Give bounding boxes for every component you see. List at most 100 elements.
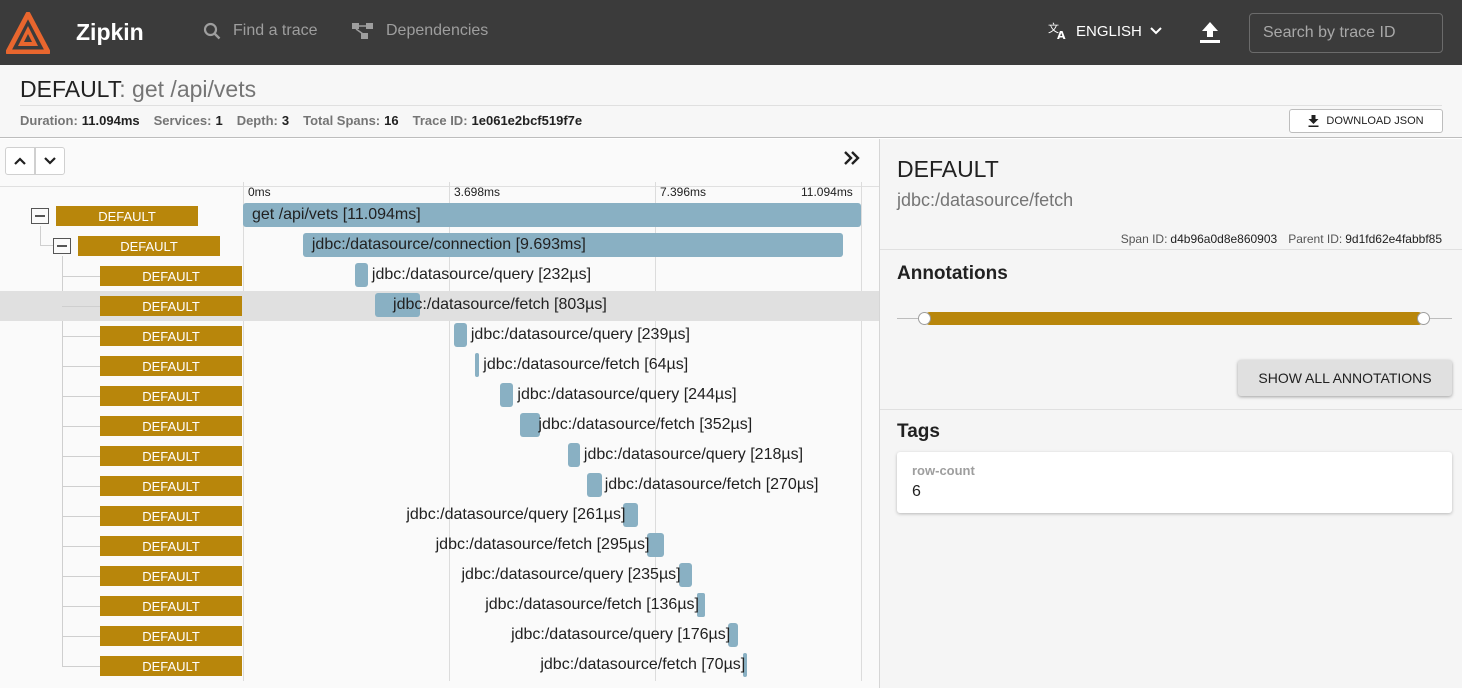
span-duration-bar[interactable] [354,263,368,287]
parent-id-value: 9d1fd62e4fabbf85 [1345,232,1442,246]
duration-label: Duration: [20,113,78,128]
span-name-label[interactable]: jdbc:/datasource/connection [9.693ms] [312,236,586,254]
tree-guide-line [62,516,100,517]
tree-guide-line [62,666,100,667]
span-collapse-toggle[interactable] [53,238,71,254]
span-name-label[interactable]: get /api/vets [11.094ms] [252,206,421,224]
nav-dependencies[interactable]: Dependencies [352,22,488,40]
span-name-label[interactable]: jdbc:/datasource/query [244µs] [517,386,736,404]
tree-guide-line [62,546,100,547]
span-name-label[interactable]: jdbc:/datasource/query [235µs] [461,566,680,584]
span-service-badge[interactable]: DEFAULT [100,566,242,586]
annotation-start-marker[interactable] [918,312,931,325]
annotation-span-bar [924,312,1424,325]
header-divider [20,105,1442,106]
span-service-badge[interactable]: DEFAULT [100,626,242,646]
span-name-label[interactable]: jdbc:/datasource/query [176µs] [511,626,730,644]
expand-all-button[interactable] [35,147,65,175]
chevron-down-icon [1150,27,1162,35]
span-name-label[interactable]: jdbc:/datasource/fetch [136µs] [485,596,699,614]
timeline-gridline [243,182,244,681]
download-json-button[interactable]: DOWNLOAD JSON [1289,109,1443,133]
trace-header: DEFAULT: get /api/vets Duration: 11.094m… [0,65,1462,138]
tree-guide-line [62,306,100,307]
depth-value: 3 [281,113,290,128]
span-service-badge[interactable]: DEFAULT [100,296,242,316]
show-all-annotations-button[interactable]: SHOW ALL ANNOTATIONS [1238,360,1452,396]
span-name-label[interactable]: jdbc:/datasource/fetch [64µs] [483,356,688,374]
span-service-badge[interactable]: DEFAULT [100,446,242,466]
detail-service-name: DEFAULT [897,156,999,182]
span-duration-bar[interactable] [453,323,467,347]
nav-find-trace[interactable]: Find a trace [203,22,317,40]
detail-divider [880,249,1462,250]
span-service-badge[interactable]: DEFAULT [100,266,242,286]
span-duration-bar[interactable] [499,383,514,407]
span-service-badge[interactable]: DEFAULT [100,356,242,376]
span-service-badge[interactable]: DEFAULT [100,536,242,556]
chevron-up-icon [14,157,26,165]
span-name-label[interactable]: jdbc:/datasource/query [239µs] [471,326,690,344]
language-selector[interactable]: 文 A ENGLISH [1048,22,1162,40]
span-duration-bar[interactable] [475,353,480,377]
annotation-end-marker[interactable] [1417,312,1430,325]
tree-guide-line [40,226,41,246]
tree-guide-line [62,636,100,637]
tags-heading: Tags [897,421,940,442]
total-spans-label: Total Spans: [303,113,381,128]
trace-root-service: DEFAULT [20,76,120,102]
translate-icon: 文 A [1048,22,1066,40]
span-duration-bar[interactable] [623,503,638,527]
detail-divider-2 [880,409,1462,410]
span-duration-bar[interactable] [567,443,580,467]
span-service-badge[interactable]: DEFAULT [100,506,242,526]
tree-guide-line [62,336,100,337]
span-duration-bar[interactable] [647,533,664,557]
trace-title: DEFAULT: get /api/vets [20,76,256,103]
span-id-label: Span ID: [1120,232,1168,246]
app-brand[interactable]: Zipkin [76,19,144,46]
span-name-label[interactable]: jdbc:/datasource/fetch [352µs] [538,416,752,434]
span-collapse-toggle[interactable] [31,208,49,224]
toggle-detail-panel-button[interactable] [843,151,861,170]
span-name-label[interactable]: jdbc:/datasource/query [261µs] [406,506,625,524]
nav-find-trace-label: Find a trace [233,22,318,39]
span-name-label[interactable]: jdbc:/datasource/query [232µs] [372,266,591,284]
tag-key: row-count [912,463,975,478]
span-service-badge[interactable]: DEFAULT [100,326,242,346]
upload-button[interactable] [1198,20,1222,49]
services-value: 1 [215,113,223,128]
span-name-label[interactable]: jdbc:/datasource/fetch [803µs] [393,296,607,314]
zipkin-logo-icon[interactable] [6,12,50,54]
span-service-badge[interactable]: DEFAULT [56,206,198,226]
tree-guide-line [62,486,100,487]
search-icon [203,22,221,40]
span-name-label[interactable]: jdbc:/datasource/fetch [270µs] [605,476,819,494]
timeline-header-divider [0,186,879,187]
trace-id-value: 1e061e2bcf519f7e [471,113,583,128]
svg-text:A: A [1057,29,1066,40]
timeline-tick-label: 0ms [248,185,271,199]
timeline-tick-label: 3.698ms [454,185,501,199]
language-label: ENGLISH [1076,22,1142,40]
span-service-badge[interactable]: DEFAULT [78,236,220,256]
span-service-badge[interactable]: DEFAULT [100,386,242,406]
span-name-label[interactable]: jdbc:/datasource/fetch [70µs] [540,656,745,674]
span-duration-bar[interactable] [586,473,602,497]
tag-value: 6 [912,483,921,500]
download-icon [1308,115,1319,127]
span-name-label[interactable]: jdbc:/datasource/query [218µs] [584,446,803,464]
span-service-badge[interactable]: DEFAULT [100,596,242,616]
span-name-label[interactable]: jdbc:/datasource/fetch [295µs] [436,536,650,554]
annotations-heading: Annotations [897,263,1008,284]
collapse-all-button[interactable] [5,147,35,175]
trace-root-operation: get /api/vets [125,76,257,102]
double-chevron-right-icon [844,151,860,165]
timeline-tick-label: 11.094ms [801,185,853,199]
download-json-label: DOWNLOAD JSON [1326,115,1424,127]
trace-id-search-input[interactable] [1249,13,1443,53]
span-service-badge[interactable]: DEFAULT [100,656,242,676]
span-service-badge[interactable]: DEFAULT [100,476,242,496]
span-service-badge[interactable]: DEFAULT [100,416,242,436]
app-bar: Zipkin Find a trace Dependencies 文 A ENG… [0,0,1462,65]
